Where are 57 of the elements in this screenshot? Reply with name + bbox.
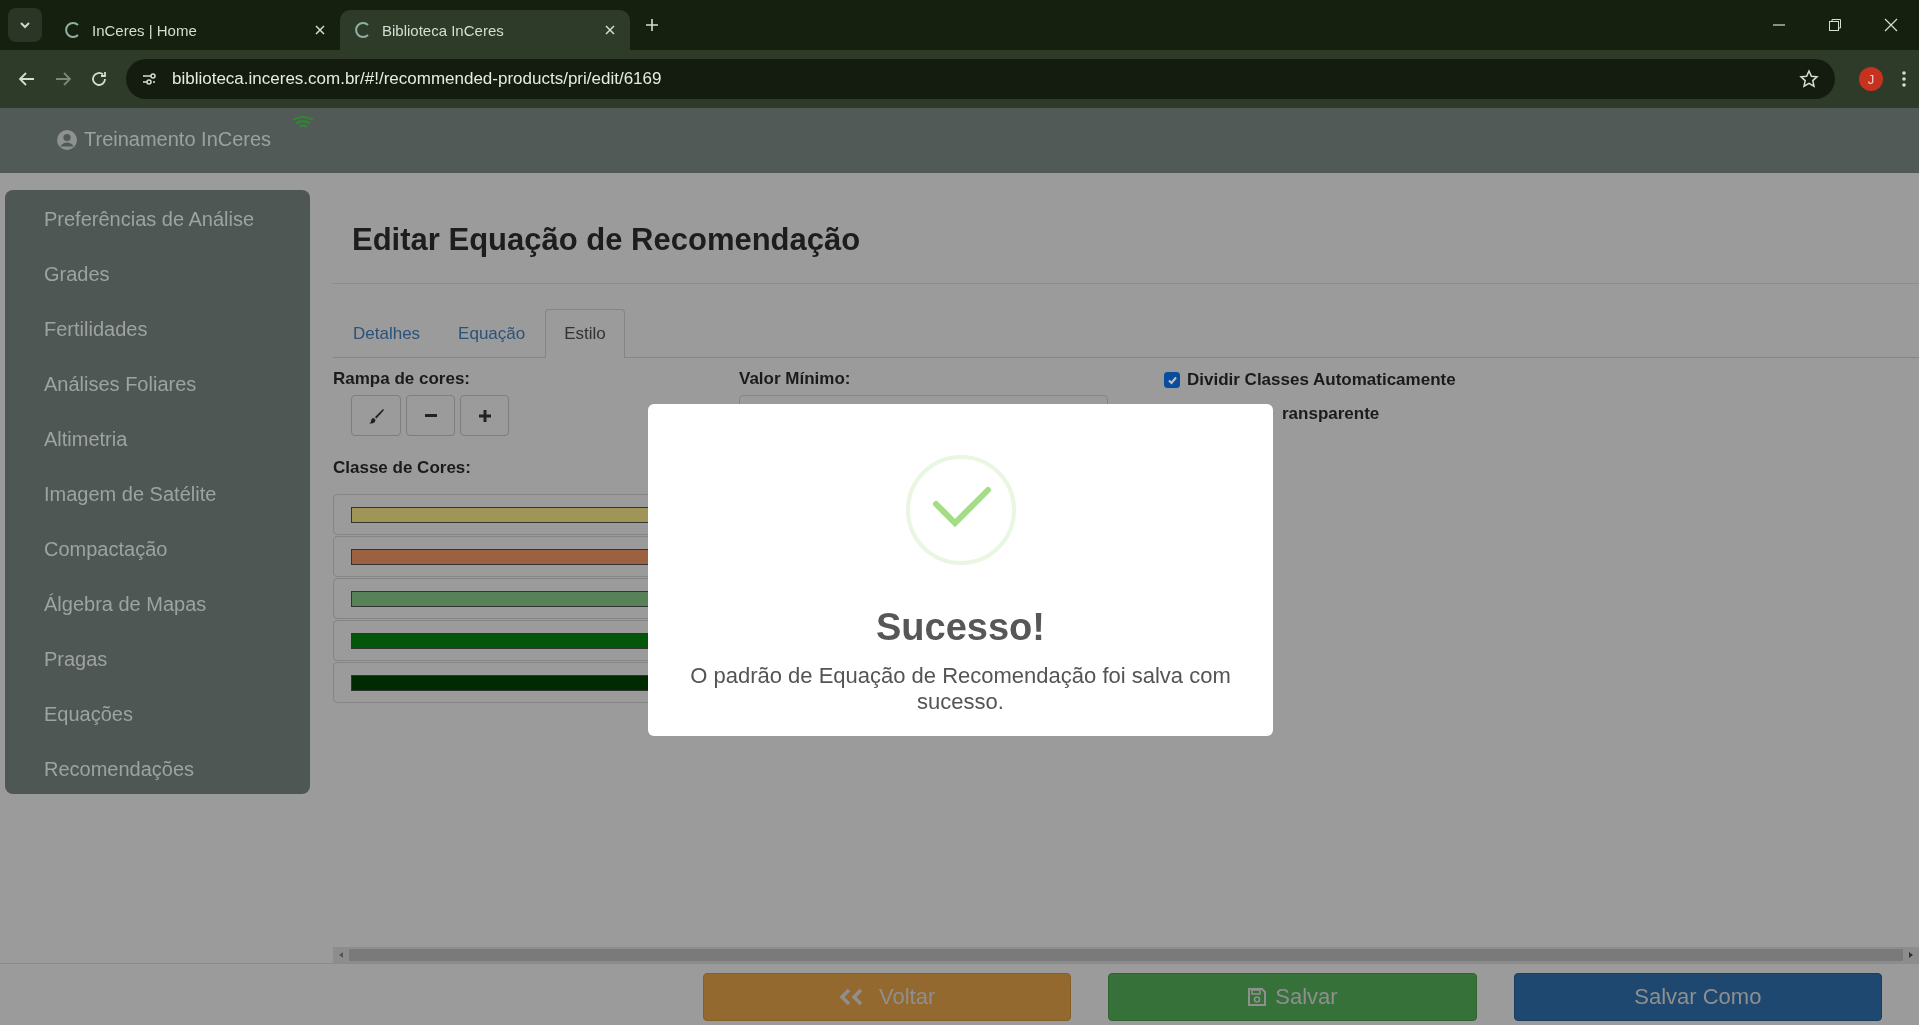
browser-tab[interactable]: Biblioteca InCeres: [340, 10, 630, 50]
scroll-right-icon[interactable]: [1907, 951, 1915, 959]
checkmark-icon: [904, 454, 1017, 566]
user-icon: [56, 128, 78, 151]
field-label: Valor Mínimo:: [739, 369, 852, 390]
sidebar-item[interactable]: Fertilidades: [5, 302, 310, 357]
tab-title: InCeres | Home: [92, 21, 198, 39]
sidebar-item[interactable]: Compactação: [5, 522, 310, 577]
plus-button[interactable]: [460, 395, 509, 437]
close-icon[interactable]: [604, 24, 616, 36]
back-icon[interactable]: [18, 70, 36, 88]
tab-list-button[interactable]: [8, 8, 42, 42]
sidebar-item[interactable]: Grades: [5, 247, 310, 302]
tab[interactable]: Equação: [440, 309, 546, 359]
star-icon[interactable]: [1799, 69, 1819, 89]
minus-icon: [424, 414, 437, 418]
sidebar-item[interactable]: Altimetria: [5, 412, 310, 467]
close-icon[interactable]: [314, 24, 326, 36]
brush-icon: [367, 406, 385, 425]
restore-icon[interactable]: [1828, 18, 1842, 32]
dialog-message: O padrão de Equação de Recomendação foi salva com sucesso.: [689, 663, 1232, 716]
sidebar-item[interactable]: Recomendações: [5, 742, 310, 797]
plus-icon: [476, 407, 493, 424]
user-name[interactable]: Treinamento InCeres: [84, 128, 272, 151]
checkbox[interactable]: [1164, 372, 1180, 389]
sidebar-item[interactable]: Preferências de Análise: [5, 192, 310, 247]
browser-tab[interactable]: InCeres | Home: [50, 10, 340, 50]
forward-icon[interactable]: [54, 70, 72, 88]
caret-icon: [19, 21, 31, 29]
horizontal-scrollbar[interactable]: [333, 947, 1919, 963]
back-button[interactable]: Voltar: [703, 973, 1072, 1021]
signal-icon: [291, 116, 316, 130]
more-icon[interactable]: [1901, 70, 1907, 88]
tab-title: Biblioteca InCeres: [382, 21, 505, 39]
sidebar-item[interactable]: Equações: [5, 687, 310, 742]
new-tab-icon[interactable]: [644, 17, 660, 33]
checkbox-label[interactable]: Dividir Classes Automaticamente: [1187, 370, 1456, 391]
sidebar-item[interactable]: Análises Foliares: [5, 357, 310, 412]
tab[interactable]: Estilo: [545, 309, 625, 359]
check-icon: [1166, 374, 1178, 386]
dialog-title: Sucesso!: [876, 606, 1045, 649]
url-text: biblioteca.inceres.com.br/#!/recommended-products/pri/edit/6169: [172, 69, 662, 89]
close-icon[interactable]: [1884, 18, 1898, 32]
save-button[interactable]: Salvar Como: [1513, 973, 1882, 1021]
page-title: Editar Equação de Recomendação: [352, 221, 862, 259]
profile-avatar[interactable]: J: [1859, 67, 1883, 91]
checkbox-label[interactable]: ransparente: [1282, 404, 1380, 425]
sidebar-item[interactable]: Imagem de Satélite: [5, 467, 310, 522]
sidebar-item[interactable]: Pragas: [5, 632, 310, 687]
field-label: Rampa de cores:: [333, 369, 471, 390]
tab[interactable]: Detalhes: [335, 309, 441, 359]
save-button[interactable]: Salvar: [1108, 973, 1477, 1021]
address-bar[interactable]: biblioteca.inceres.com.br/#!/recommended-products/pri/edit/6169: [126, 59, 1835, 99]
field-label: Classe de Cores:: [333, 458, 472, 479]
sidebar-item[interactable]: Álgebra de Mapas: [5, 577, 310, 632]
site-settings-icon[interactable]: [140, 70, 158, 88]
reload-icon[interactable]: [90, 70, 108, 88]
